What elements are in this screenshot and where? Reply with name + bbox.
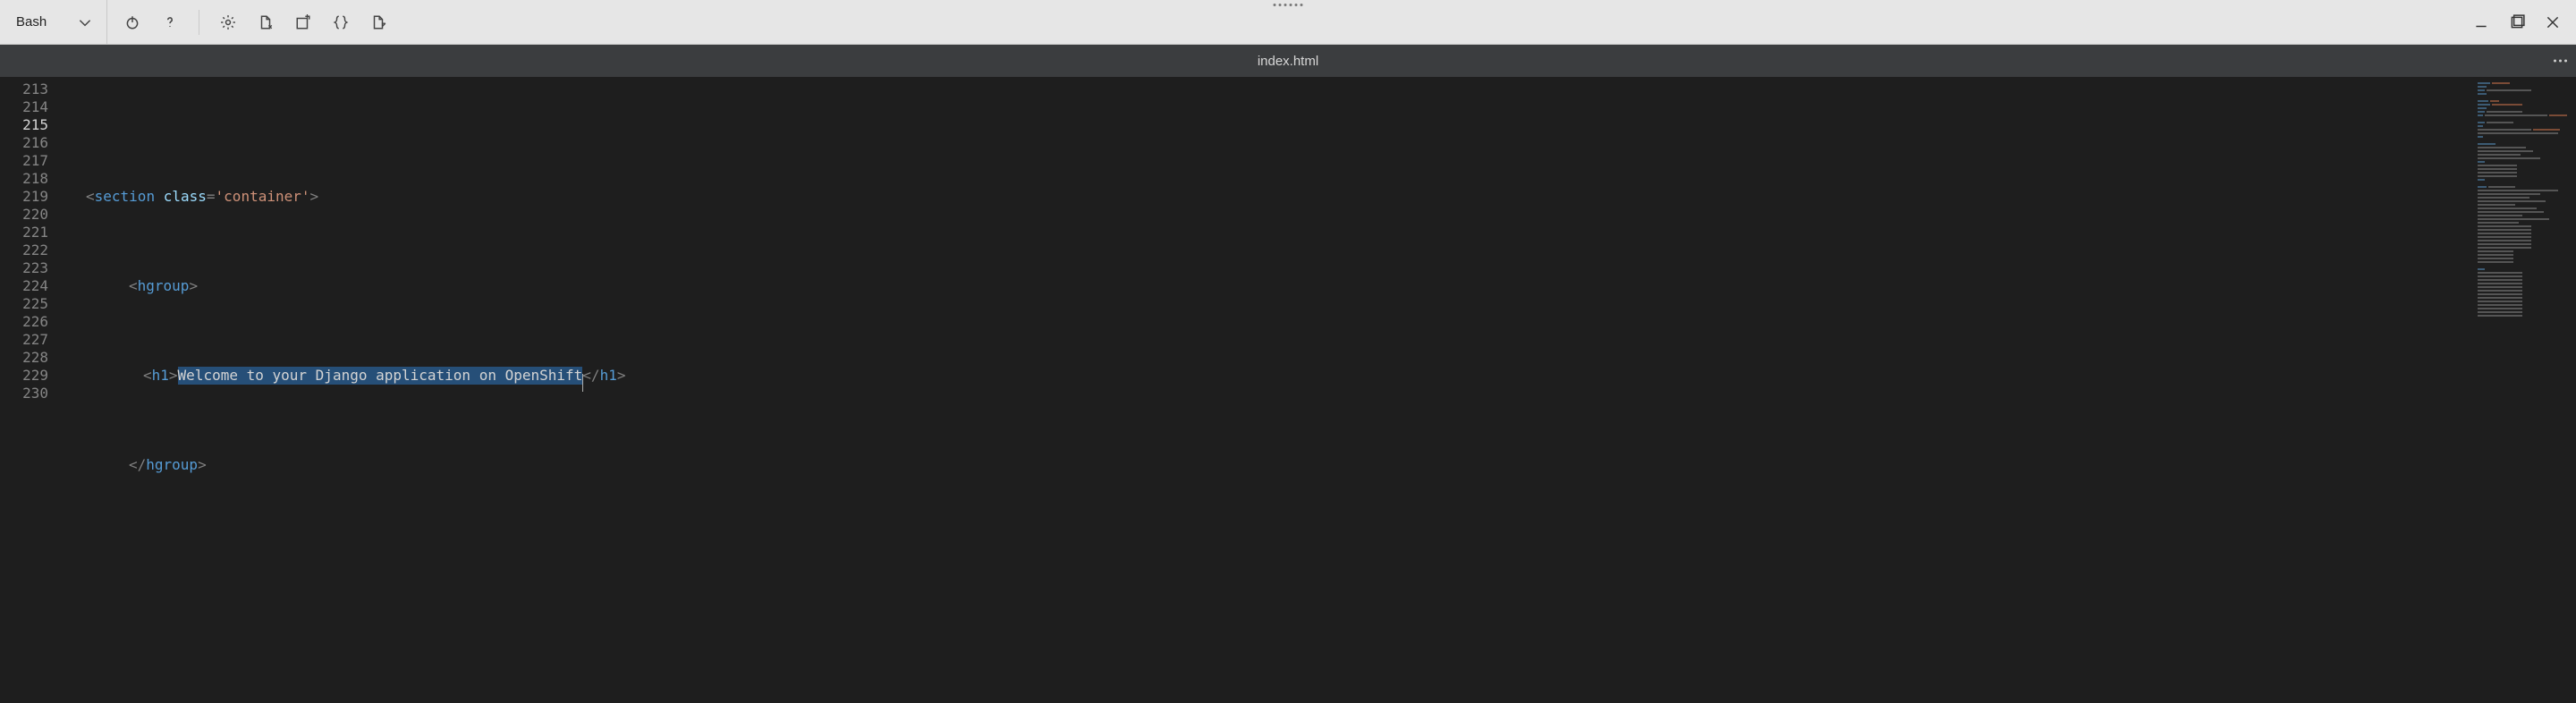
chevron-down-icon [76, 13, 94, 31]
code-line[interactable]: <section class='container'> [57, 188, 2472, 206]
line-number: 227 [0, 331, 48, 349]
code-line[interactable]: </hgroup> [57, 456, 2472, 474]
maximize-icon[interactable] [2508, 13, 2526, 31]
line-number: 217 [0, 152, 48, 170]
open-file-icon[interactable] [369, 13, 387, 31]
line-number: 230 [0, 385, 48, 402]
line-number: 229 [0, 367, 48, 385]
code-editor[interactable]: 213 214 215 216 217 218 219 220 221 222 … [0, 77, 2576, 703]
line-number: 218 [0, 170, 48, 188]
line-number-gutter: 213 214 215 216 217 218 219 220 221 222 … [0, 77, 57, 703]
minimize-icon[interactable] [2472, 13, 2490, 31]
tab-more-icon[interactable] [2554, 60, 2567, 63]
line-number: 213 [0, 80, 48, 98]
line-number: 228 [0, 349, 48, 367]
line-number: 225 [0, 295, 48, 313]
settings-icon[interactable] [219, 13, 237, 31]
line-number: 222 [0, 241, 48, 259]
line-number: 219 [0, 188, 48, 206]
line-number: 215 [0, 116, 48, 134]
code-line[interactable]: <h1>Welcome to your Django application o… [57, 367, 2472, 385]
braces-icon[interactable] [332, 13, 350, 31]
editor-selection: Welcome to your Django application on Op… [178, 367, 583, 385]
code-line[interactable] [57, 617, 2472, 635]
line-number: 226 [0, 313, 48, 331]
grip-icon [1274, 4, 1303, 6]
new-file-icon[interactable] [257, 13, 275, 31]
line-number: 221 [0, 224, 48, 241]
terminal-toolbar: Bash [0, 0, 2576, 45]
profile-selector[interactable]: Bash [0, 0, 107, 44]
line-number: 220 [0, 206, 48, 224]
code-line[interactable]: <hgroup> [57, 277, 2472, 295]
close-icon[interactable] [2544, 13, 2562, 31]
line-number: 216 [0, 134, 48, 152]
help-icon[interactable] [161, 13, 179, 31]
code-content[interactable]: <section class='container'> <hgroup> <h1… [57, 77, 2472, 703]
code-line[interactable] [57, 546, 2472, 563]
new-tab-icon[interactable] [294, 13, 312, 31]
line-number: 223 [0, 259, 48, 277]
line-number: 214 [0, 98, 48, 116]
line-number: 224 [0, 277, 48, 295]
power-icon[interactable] [123, 13, 141, 31]
minimap[interactable] [2472, 77, 2576, 703]
editor-tabbar: index.html [0, 45, 2576, 77]
active-tab-label[interactable]: index.html [1258, 54, 1318, 69]
profile-selector-label: Bash [16, 14, 47, 30]
